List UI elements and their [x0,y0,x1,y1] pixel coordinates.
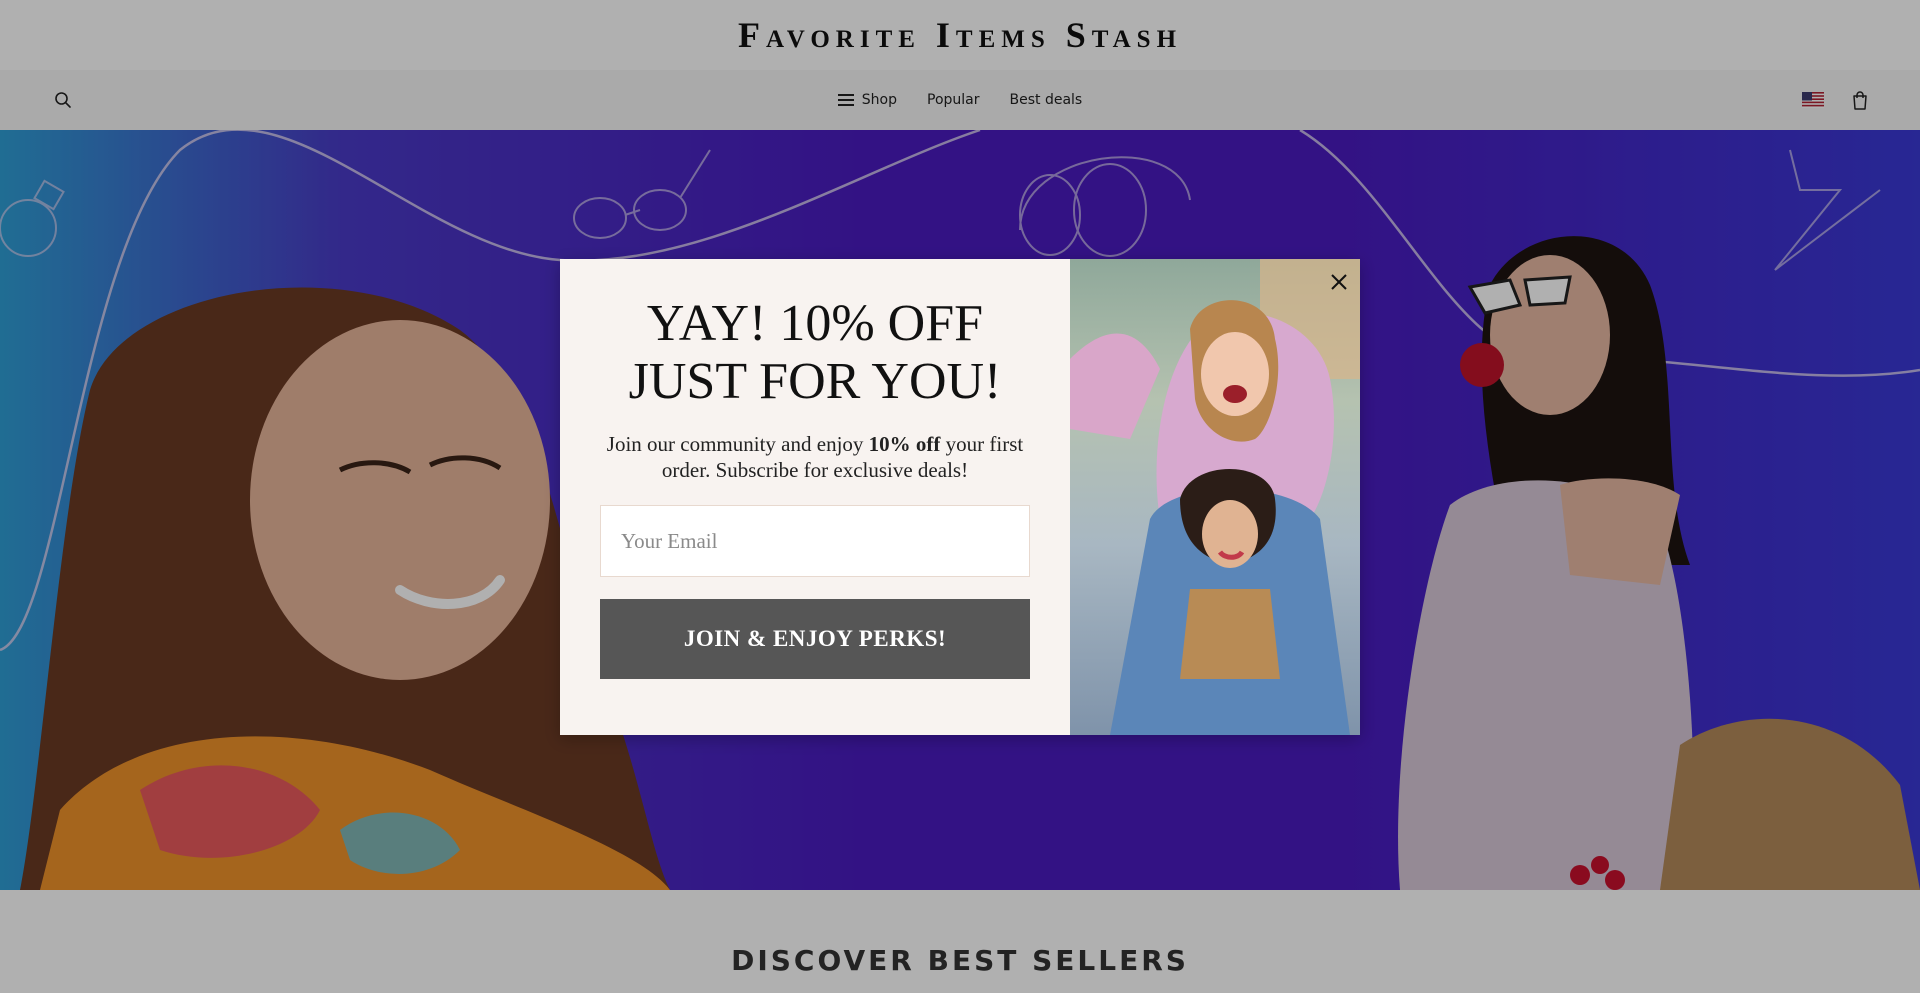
popup-headline: YAY! 10% OFF JUST FOR YOU! [560,295,1070,411]
popup-content-panel: YAY! 10% OFF JUST FOR YOU! Join our comm… [560,259,1070,735]
popup-headline-line2: JUST FOR YOU! [628,353,1002,410]
popup-description-discount: 10% off [868,432,941,456]
discount-popup: YAY! 10% OFF JUST FOR YOU! Join our comm… [560,259,1360,735]
email-field[interactable] [600,505,1030,577]
popup-description: Join our community and enjoy 10% off you… [600,431,1030,483]
popup-headline-line1: YAY! 10% OFF [646,295,984,352]
join-button[interactable]: JOIN & ENJOY PERKS! [600,599,1030,679]
close-icon [1331,274,1347,290]
popup-photo-image [1070,259,1360,735]
popup-description-prefix: Join our community and enjoy [606,432,869,456]
popup-photo [1070,259,1360,735]
close-popup-button[interactable] [1322,265,1356,299]
